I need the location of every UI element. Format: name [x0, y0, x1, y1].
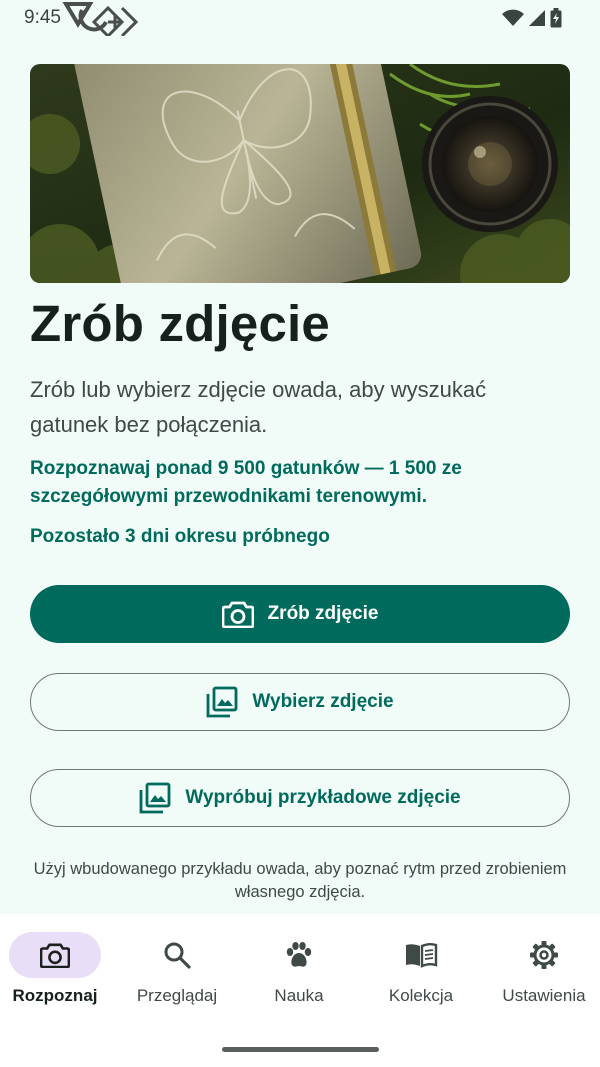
sample-photo-button[interactable]: Wypróbuj przykładowe zdjęcie	[30, 769, 570, 827]
nav-label: Rozpoznaj	[12, 986, 98, 1005]
search-icon	[164, 942, 191, 969]
camera-icon	[221, 601, 254, 628]
wifi-icon	[502, 9, 524, 26]
bottom-navigation: Rozpoznaj Przeglądaj Nauka Kolekcja Usta…	[0, 914, 600, 1067]
nav-item-browse[interactable]: Przeglądaj	[117, 932, 237, 1006]
choose-photo-button[interactable]: Wybierz zdjęcie	[30, 673, 570, 731]
choose-photo-label: Wybierz zdjęcie	[252, 691, 394, 712]
home-indicator[interactable]	[222, 1047, 379, 1052]
nav-active-indicator	[9, 932, 101, 978]
gallery-icon	[207, 686, 238, 718]
nav-label: Przeglądaj	[136, 986, 218, 1005]
nav-label: Nauka	[274, 986, 324, 1005]
book-icon	[406, 943, 438, 968]
gear-icon	[530, 941, 558, 969]
nav-item-collection[interactable]: Kolekcja	[361, 932, 481, 1006]
take-photo-button[interactable]: Zrób zdjęcie	[30, 585, 570, 643]
camera-icon	[40, 943, 70, 968]
status-bar: 9:45	[0, 0, 600, 36]
gallery-icon	[139, 782, 171, 814]
sample-photo-label: Wypróbuj przykładowe zdjęcie	[185, 787, 461, 808]
page-title: Zrób zdjęcie	[30, 295, 330, 352]
status-time: 9:45	[24, 7, 61, 28]
nav-label: Ustawienia	[502, 986, 586, 1005]
battery-icon	[550, 8, 562, 28]
nav-label: Kolekcja	[388, 986, 454, 1005]
signal-icon	[529, 10, 545, 26]
page-description: Zrób lub wybierz zdjęcie owada, aby wysz…	[30, 377, 487, 437]
sample-hint-text: Użyj wbudowanego przykładu owada, aby po…	[33, 860, 567, 901]
app-logo-icon	[62, 1, 138, 36]
paw-icon	[286, 942, 312, 967]
take-photo-label: Zrób zdjęcie	[267, 603, 379, 624]
hero-image	[30, 64, 570, 283]
nav-item-recognize[interactable]: Rozpoznaj	[0, 932, 115, 1006]
nav-item-settings[interactable]: Ustawienia	[484, 932, 600, 1006]
trial-remaining-text: Pozostało 3 dni okresu próbnego	[30, 526, 330, 547]
species-count-text: Rozpoznawaj ponad 9 500 gatunków — 1 500…	[30, 458, 462, 507]
nav-item-learn[interactable]: Nauka	[239, 932, 359, 1006]
